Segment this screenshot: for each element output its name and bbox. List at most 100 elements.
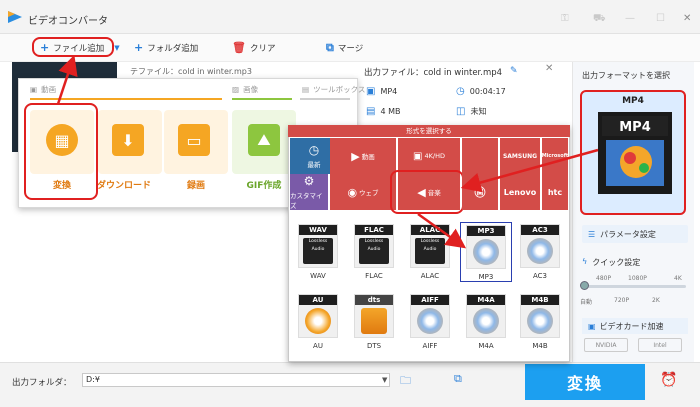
gear-icon: ⚙ [303, 174, 315, 188]
m4b-icon: M4B [520, 294, 560, 338]
size-info: ▤ 4 MB [366, 106, 400, 117]
clear-label: クリア [249, 43, 276, 54]
dts-icon: dts [354, 294, 394, 338]
monitor-icon: ▭ [178, 124, 210, 156]
aiff-label: AIFF [422, 342, 438, 350]
clock-icon: ◷ [308, 143, 320, 157]
section-image: ▨ 画像 [232, 84, 258, 95]
brand-htc[interactable]: htc [542, 174, 568, 210]
format-dts[interactable]: dts DTS [348, 292, 400, 352]
mp3-label: MP3 [478, 273, 494, 281]
svg-text:MP4: MP4 [619, 120, 651, 135]
quality-slider[interactable] [582, 285, 686, 288]
lightning-icon: ϟ [582, 257, 588, 266]
maximize-icon[interactable]: ☐ [656, 13, 665, 24]
brand-samsung[interactable]: SAMSUNG [500, 138, 540, 174]
download-card-label: ダウンロード [96, 181, 151, 191]
toolbox-section-icon: ▤ [302, 85, 310, 94]
nvidia-chip[interactable]: NVIDIA [584, 338, 628, 352]
duration-value: 00:04:17 [469, 87, 506, 96]
gif-card-label: GIF作成 [246, 181, 282, 191]
lossless-badge: Lossless Audio [303, 238, 333, 264]
brand-microsoft[interactable]: Microsoft [542, 138, 568, 174]
quick-setting: ϟ クイック設定 [582, 257, 640, 268]
section-image-label: 画像 [243, 85, 259, 94]
app-logo-icon [8, 11, 22, 23]
format-ac3[interactable]: AC3 AC3 [514, 222, 566, 282]
sliders-icon: ☰ [588, 229, 596, 239]
brand-apple[interactable] [462, 138, 498, 174]
m4a-icon: M4A [466, 294, 506, 338]
picture-icon: ⛰ [248, 124, 280, 156]
tick-4k: 4K [674, 275, 682, 282]
download-icon: ⬇ [112, 124, 144, 156]
parameter-settings-button[interactable]: ☰ パラメータ設定 [582, 225, 688, 243]
remove-file-icon[interactable]: ✕ [545, 63, 553, 74]
aiff-icon: AIFF [410, 294, 450, 338]
brand-motorola[interactable]: Ⓜ [462, 174, 498, 210]
format-m4a[interactable]: M4A M4A [460, 292, 512, 352]
merge-button[interactable]: ⧉ マージ [326, 41, 363, 55]
hardware-acceleration[interactable]: ▣ ビデオカード加速 [582, 318, 688, 334]
mp3-icon-title: MP3 [467, 226, 505, 236]
source-file-name: テファイル：cold in winter.mp3 [130, 67, 252, 76]
format-wav[interactable]: WAV Lossless Audio WAV [292, 222, 344, 282]
format-flac[interactable]: FLAC Lossless Audio FLAC [348, 222, 400, 282]
au-icon: AU [298, 294, 338, 338]
close-window-icon[interactable]: ✕ [683, 13, 691, 24]
intel-chip[interactable]: Intel [638, 338, 682, 352]
add-folder-label: フォルダ追加 [147, 43, 199, 54]
lossless-badge: Lossless Audio [415, 238, 445, 264]
category-web[interactable]: ◉ ウェブ [330, 174, 396, 210]
file-size-icon: ▤ [366, 106, 376, 117]
format-au[interactable]: AU AU [292, 292, 344, 352]
merge-icon: ⧉ [326, 41, 334, 54]
dts-logo: dts [355, 295, 393, 305]
add-file-highlight [32, 37, 114, 57]
image-section-icon: ▨ [232, 85, 240, 94]
alarm-clock-icon[interactable]: ⏰ [660, 372, 677, 388]
motorola-icon: Ⓜ [474, 186, 486, 199]
video-section-icon: ▣ [30, 85, 38, 94]
convert-button[interactable]: 変換 [525, 364, 645, 400]
quality-slider-handle[interactable] [580, 281, 589, 290]
wav-icon: WAV Lossless Audio [298, 224, 338, 268]
duration-info: ◷ 00:04:17 [456, 86, 506, 97]
wav-icon-title: WAV [299, 225, 337, 235]
clear-button[interactable]: 🗑 クリア [232, 41, 275, 54]
format-m4b[interactable]: M4B M4B [514, 292, 566, 352]
add-folder-button[interactable]: + フォルダ追加 [134, 41, 198, 54]
tick-1080p: 1080P [628, 275, 647, 282]
open-output-icon[interactable]: ⧉ [454, 372, 462, 386]
category-video[interactable]: ▶ 動画 [330, 138, 396, 174]
tick-480p: 480P [596, 275, 612, 282]
chip-icon: ▣ [588, 321, 596, 331]
toolbox-section-line [300, 98, 350, 100]
alac-icon: ALAC Lossless Audio [410, 224, 450, 268]
flac-label: FLAC [365, 272, 383, 280]
cart-icon[interactable]: ⛟ [593, 13, 606, 26]
mp3-icon: MP3 [466, 225, 506, 269]
format-aiff[interactable]: AIFF AIFF [404, 292, 456, 352]
folder-icon[interactable]: 🗀 [400, 372, 411, 391]
format-alac[interactable]: ALAC Lossless Audio ALAC [404, 222, 456, 282]
video-file-icon: ▣ [366, 86, 376, 97]
category-customize[interactable]: ⚙ カスタマイズ [290, 174, 328, 210]
category-4khd[interactable]: ▣ 4K/HD [398, 138, 460, 174]
brand-lenovo[interactable]: Lenovo [500, 174, 540, 210]
alac-label: ALAC [420, 272, 440, 280]
resolution-icon: ◫ [456, 106, 466, 117]
music-category-highlight [390, 170, 464, 214]
chevron-down-icon[interactable]: ▼ [114, 44, 119, 52]
edit-icon[interactable]: ✎ [510, 66, 518, 76]
au-icon-title: AU [299, 295, 337, 305]
key-icon[interactable]: ⚿ [561, 13, 569, 24]
minimize-icon[interactable]: — [625, 13, 635, 24]
chevron-down-icon[interactable]: ▼ [382, 376, 387, 384]
format-mp3[interactable]: MP3 MP3 [460, 222, 512, 282]
output-folder-input[interactable]: D:¥ [82, 373, 390, 387]
format-info: ▣ MP4 [366, 86, 397, 97]
output-folder-label: 出力フォルダ： [12, 378, 72, 388]
section-toolbox: ▤ ツールボックス [302, 84, 365, 95]
ac3-icon-title: AC3 [521, 225, 559, 235]
